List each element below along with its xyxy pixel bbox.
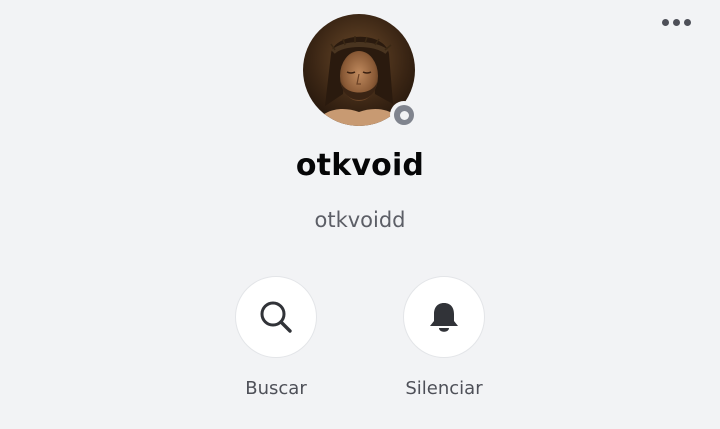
search-button-label: Buscar — [245, 378, 307, 399]
mute-button-label: Silenciar — [405, 378, 483, 399]
username: otkvoidd — [314, 208, 406, 232]
search-button[interactable] — [235, 276, 317, 358]
more-options-button[interactable] — [654, 10, 698, 34]
ellipsis-dot-icon — [661, 18, 669, 26]
profile-screen: otkvoid otkvoidd Buscar Silenciar — [0, 0, 720, 429]
search-icon — [260, 301, 292, 333]
bell-icon — [430, 303, 458, 332]
display-name: otkvoid — [295, 148, 425, 183]
avatar-container[interactable] — [303, 14, 418, 129]
search-action: Buscar — [216, 276, 336, 399]
status-badge — [390, 101, 418, 129]
ellipsis-dot-icon — [672, 18, 680, 26]
mute-action: Silenciar — [384, 276, 504, 399]
offline-status-icon — [394, 105, 414, 125]
ellipsis-dot-icon — [683, 18, 691, 26]
mute-button[interactable] — [403, 276, 485, 358]
